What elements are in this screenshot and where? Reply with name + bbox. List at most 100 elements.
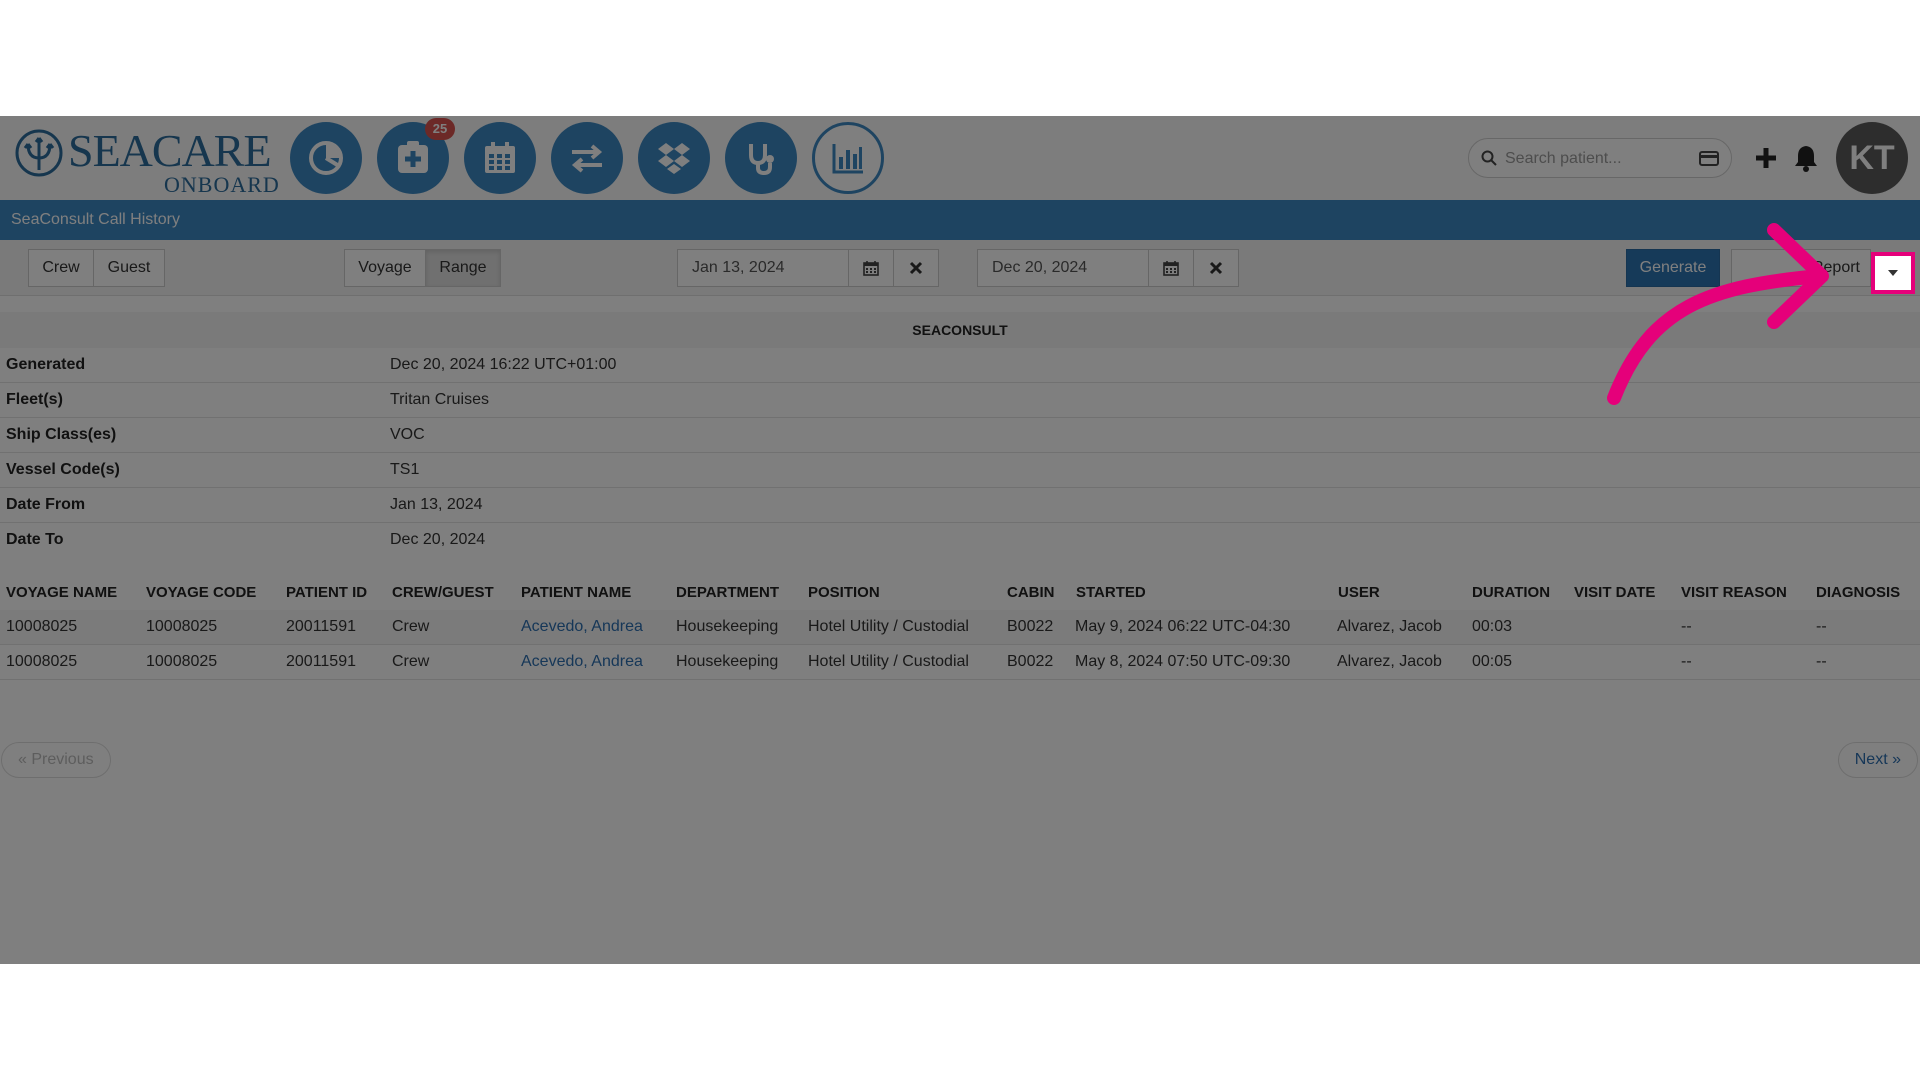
seacare-logo[interactable]: SEACARE ONBOARD bbox=[14, 124, 279, 196]
meta-label: Date To bbox=[6, 531, 64, 548]
column-header[interactable]: VOYAGE NAME bbox=[6, 580, 117, 606]
dashboard-pie-icon bbox=[309, 141, 343, 175]
calendar-icon bbox=[863, 261, 879, 276]
user-avatar[interactable]: KT bbox=[1836, 122, 1908, 194]
range-mode-button[interactable]: Range bbox=[425, 249, 501, 287]
dropbox-icon bbox=[658, 143, 690, 174]
meta-value: VOC bbox=[390, 426, 425, 443]
cell-cabin: B0022 bbox=[1007, 653, 1054, 670]
column-header[interactable]: CREW/GUEST bbox=[392, 580, 494, 606]
nav-transfer-button[interactable] bbox=[551, 122, 623, 194]
meta-label: Fleet(s) bbox=[6, 391, 63, 408]
stethoscope-icon bbox=[749, 144, 774, 176]
meta-value: TS1 bbox=[390, 461, 420, 478]
cell-position: Hotel Utility / Custodial bbox=[808, 618, 969, 635]
column-header[interactable]: PATIENT ID bbox=[286, 580, 367, 606]
id-card-icon[interactable] bbox=[1699, 151, 1719, 166]
caret-down-icon bbox=[1888, 270, 1898, 276]
cell-crew-guest: Crew bbox=[392, 618, 430, 635]
bell-icon bbox=[1795, 146, 1817, 172]
column-header[interactable]: PATIENT NAME bbox=[521, 580, 631, 606]
app-window: SEACARE ONBOARD 25 Search patient... KT … bbox=[0, 116, 1920, 964]
report-dropdown-toggle[interactable] bbox=[1871, 252, 1915, 294]
cell-visit-reason: -- bbox=[1681, 618, 1692, 635]
cell-voyage-name: 10008025 bbox=[6, 653, 78, 670]
column-header[interactable]: VISIT DATE bbox=[1574, 580, 1655, 606]
cell-duration: 00:03 bbox=[1472, 618, 1513, 635]
voyage-mode-button[interactable]: Voyage bbox=[344, 249, 426, 287]
column-header[interactable]: VISIT REASON bbox=[1681, 580, 1787, 606]
nav-dashboard-button[interactable] bbox=[290, 122, 362, 194]
notification-count-badge: 25 bbox=[425, 118, 455, 140]
date-from-clear-button[interactable] bbox=[893, 249, 939, 287]
cell-position: Hotel Utility / Custodial bbox=[808, 653, 969, 670]
previous-page-button[interactable]: « Previous bbox=[1, 742, 111, 778]
cell-started: May 9, 2024 06:22 UTC-04:30 bbox=[1075, 618, 1291, 635]
search-icon bbox=[1481, 150, 1497, 166]
meta-value: Jan 13, 2024 bbox=[390, 496, 483, 513]
next-page-button[interactable]: Next » bbox=[1837, 742, 1918, 778]
patient-search-box bbox=[1468, 138, 1732, 178]
date-from-calendar-button[interactable] bbox=[848, 249, 894, 287]
meta-label: Generated bbox=[6, 356, 86, 373]
nav-calendar-button[interactable] bbox=[464, 122, 536, 194]
cell-department: Housekeeping bbox=[676, 653, 779, 670]
cell-department: Housekeeping bbox=[676, 618, 779, 635]
tutorial-arrow-icon bbox=[1607, 223, 1829, 405]
medical-plus-icon bbox=[398, 141, 428, 173]
column-header[interactable]: VOYAGE CODE bbox=[146, 580, 256, 606]
column-header[interactable]: CABIN bbox=[1007, 580, 1055, 606]
table-row[interactable]: 10008025 10008025 20011591 Crew Acevedo,… bbox=[0, 610, 1920, 645]
meta-value: Tritan Cruises bbox=[390, 391, 489, 408]
add-button[interactable] bbox=[1748, 140, 1784, 176]
nav-medical-button[interactable]: 25 bbox=[377, 118, 455, 194]
cell-voyage-name: 10008025 bbox=[6, 618, 78, 635]
crew-toggle-button[interactable]: Crew bbox=[28, 249, 94, 287]
date-to-clear-button[interactable] bbox=[1193, 249, 1239, 287]
column-header[interactable]: DURATION bbox=[1472, 580, 1550, 606]
column-header[interactable]: STARTED bbox=[1076, 580, 1146, 606]
cell-diagnosis: -- bbox=[1816, 653, 1827, 670]
logo-subtext: ONBOARD bbox=[164, 172, 280, 197]
patient-name-link[interactable]: Acevedo, Andrea bbox=[521, 645, 643, 679]
nav-consult-button[interactable] bbox=[725, 122, 797, 194]
meta-label: Ship Class(es) bbox=[6, 426, 117, 443]
date-from-input[interactable]: Jan 13, 2024 bbox=[677, 249, 849, 287]
guest-toggle-button[interactable]: Guest bbox=[93, 249, 165, 287]
cell-duration: 00:05 bbox=[1472, 653, 1513, 670]
cell-patient-id: 20011591 bbox=[286, 653, 356, 670]
table-row[interactable]: 10008025 10008025 20011591 Crew Acevedo,… bbox=[0, 645, 1920, 680]
cell-voyage-code: 10008025 bbox=[146, 653, 218, 670]
column-header[interactable]: DEPARTMENT bbox=[676, 580, 779, 606]
cell-cabin: B0022 bbox=[1007, 618, 1054, 635]
bar-chart-icon bbox=[832, 144, 863, 174]
meta-row-date-from: Date From Jan 13, 2024 bbox=[0, 488, 1920, 523]
meta-row-date-to: Date To Dec 20, 2024 bbox=[0, 523, 1920, 558]
cell-crew-guest: Crew bbox=[392, 653, 430, 670]
column-header[interactable]: USER bbox=[1338, 580, 1380, 606]
calendar-icon bbox=[485, 142, 515, 173]
nav-reports-button[interactable] bbox=[812, 122, 884, 194]
cell-diagnosis: -- bbox=[1816, 618, 1827, 635]
meta-label: Date From bbox=[6, 496, 86, 513]
cell-visit-reason: -- bbox=[1681, 653, 1692, 670]
top-navbar: SEACARE ONBOARD 25 Search patient... KT bbox=[0, 116, 1920, 201]
column-header[interactable]: POSITION bbox=[808, 580, 880, 606]
close-icon bbox=[909, 261, 923, 275]
cell-voyage-code: 10008025 bbox=[146, 618, 218, 635]
meta-row-vessel-codes: Vessel Code(s) TS1 bbox=[0, 453, 1920, 488]
date-to-input[interactable]: Dec 20, 2024 bbox=[977, 249, 1149, 287]
date-to-calendar-button[interactable] bbox=[1148, 249, 1194, 287]
meta-value: Dec 20, 2024 bbox=[390, 531, 486, 548]
cell-patient-id: 20011591 bbox=[286, 618, 356, 635]
cell-started: May 8, 2024 07:50 UTC-09:30 bbox=[1075, 653, 1291, 670]
calendar-icon bbox=[1163, 261, 1179, 276]
meta-value: Dec 20, 2024 16:22 UTC+01:00 bbox=[390, 356, 617, 373]
patient-name-link[interactable]: Acevedo, Andrea bbox=[521, 610, 643, 644]
meta-label: Vessel Code(s) bbox=[6, 461, 120, 478]
patient-search-input[interactable] bbox=[1503, 145, 1697, 173]
column-header[interactable]: DIAGNOSIS bbox=[1816, 580, 1900, 606]
close-icon bbox=[1209, 261, 1223, 275]
notifications-button[interactable] bbox=[1788, 140, 1824, 176]
nav-dropbox-button[interactable] bbox=[638, 122, 710, 194]
